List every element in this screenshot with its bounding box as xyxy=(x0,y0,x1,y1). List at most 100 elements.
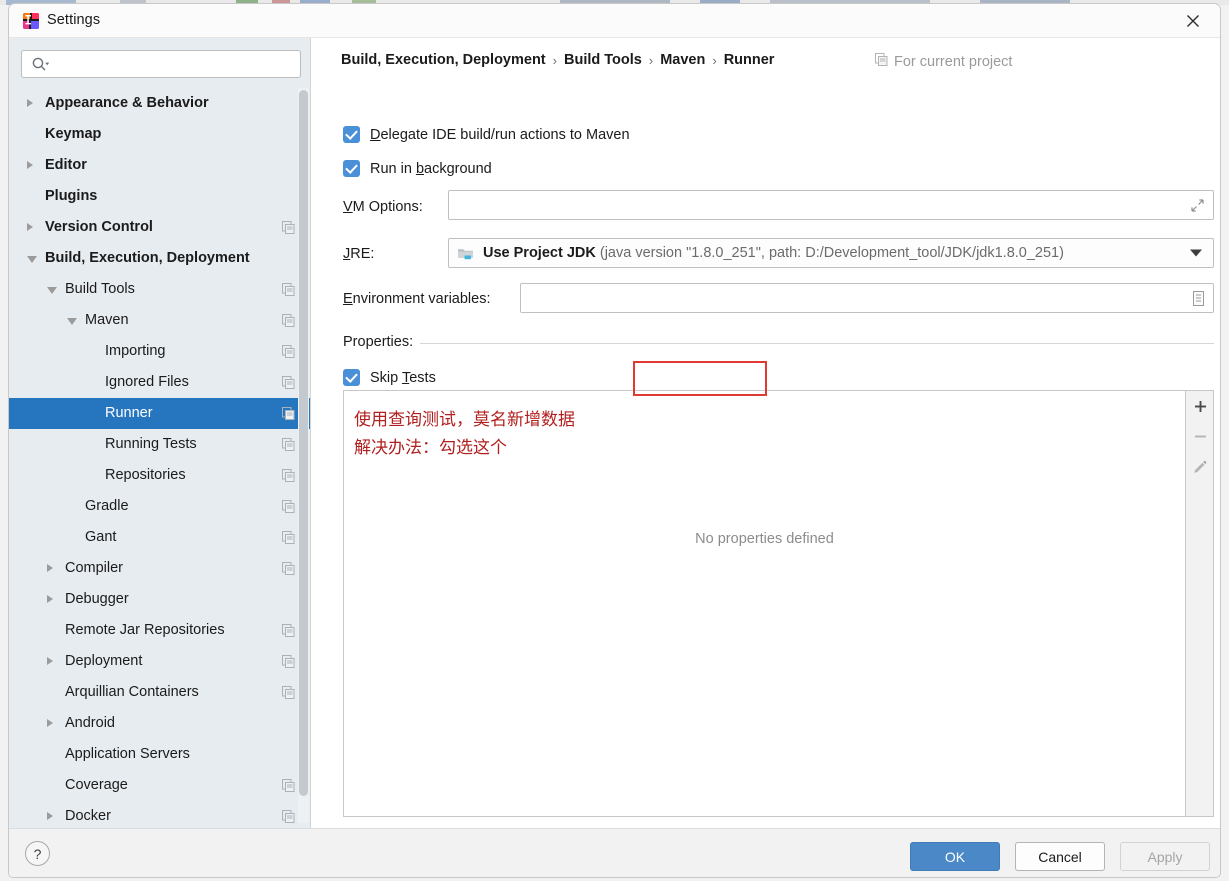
sidebar-item-label: Arquillian Containers xyxy=(65,684,199,701)
sidebar-item-repositories[interactable]: Repositories xyxy=(9,460,310,491)
annotation-text: 使用查询测试，莫名新增数据 解决办法：勾选这个 xyxy=(354,410,575,458)
window-title: Settings xyxy=(47,12,101,28)
breadcrumb-item[interactable]: Maven xyxy=(660,52,705,68)
sidebar-item-version-control[interactable]: Version Control xyxy=(9,212,310,243)
vm-options-input[interactable] xyxy=(448,190,1214,220)
skip-tests-checkbox-row[interactable]: Skip Tests xyxy=(343,369,436,386)
close-icon[interactable] xyxy=(1176,9,1210,33)
sidebar-item-build-execution-deployment[interactable]: Build, Execution, Deployment xyxy=(9,243,310,274)
sidebar-scrollbar[interactable] xyxy=(298,88,309,823)
breadcrumb-separator: › xyxy=(648,52,654,68)
help-button[interactable]: ? xyxy=(25,841,50,866)
properties-panel[interactable]: 使用查询测试，莫名新增数据 解决办法：勾选这个 No properties de… xyxy=(343,390,1186,817)
sidebar-item-arquillian-containers[interactable]: Arquillian Containers xyxy=(9,677,310,708)
copy-settings-icon xyxy=(282,686,295,704)
sidebar-item-label: Appearance & Behavior xyxy=(45,95,209,112)
sidebar-item-application-servers[interactable]: Application Servers xyxy=(9,739,310,770)
run-in-background-checkbox-row[interactable]: Run in background xyxy=(343,160,492,177)
chevron-right-icon[interactable] xyxy=(47,595,53,603)
sidebar-scrollbar-thumb[interactable] xyxy=(299,90,308,796)
dialog-footer: ? OK Cancel Apply xyxy=(9,828,1220,877)
sidebar-item-runner[interactable]: Runner xyxy=(9,398,310,429)
sidebar-item-running-tests[interactable]: Running Tests xyxy=(9,429,310,460)
chevron-right-icon[interactable] xyxy=(47,564,53,572)
ok-button[interactable]: OK xyxy=(910,842,1000,871)
run-in-background-checkbox[interactable] xyxy=(343,160,360,177)
jre-label: JRE: xyxy=(343,246,375,262)
sidebar-item-deployment[interactable]: Deployment xyxy=(9,646,310,677)
copy-settings-icon xyxy=(282,810,295,828)
sidebar-item-label: Compiler xyxy=(65,560,124,577)
list-document-icon[interactable] xyxy=(1191,290,1206,312)
sidebar-item-debugger[interactable]: Debugger xyxy=(9,584,310,615)
chevron-right-icon[interactable] xyxy=(27,99,33,107)
sidebar-item-label: Debugger xyxy=(65,591,129,608)
sidebar-item-gradle[interactable]: Gradle xyxy=(9,491,310,522)
jre-combobox[interactable]: Use Project JDK (java version "1.8.0_251… xyxy=(448,238,1214,268)
copy-settings-icon xyxy=(282,376,295,394)
search-box[interactable] xyxy=(21,50,301,78)
sidebar-item-label: Editor xyxy=(45,157,87,174)
sidebar-item-build-tools[interactable]: Build Tools xyxy=(9,274,310,305)
sidebar-item-label: Android xyxy=(65,715,115,732)
apply-button[interactable]: Apply xyxy=(1120,842,1210,871)
copy-settings-icon xyxy=(282,407,295,425)
copy-settings-icon xyxy=(282,531,295,549)
sidebar-item-docker[interactable]: Docker xyxy=(9,801,310,828)
chevron-right-icon[interactable] xyxy=(27,161,33,169)
breadcrumb-separator: › xyxy=(712,52,717,68)
search-icon xyxy=(31,56,50,79)
env-vars-label: Environment variables: xyxy=(343,291,491,307)
edit-property-button[interactable] xyxy=(1186,451,1214,481)
sidebar-item-ignored-files[interactable]: Ignored Files xyxy=(9,367,310,398)
properties-section-label: Properties: xyxy=(343,334,421,350)
jre-value: Use Project JDK (java version "1.8.0_251… xyxy=(483,245,1064,261)
sidebar-item-appearance-behavior[interactable]: Appearance & Behavior xyxy=(9,88,310,119)
env-vars-input[interactable] xyxy=(520,283,1214,313)
chevron-down-icon[interactable] xyxy=(47,287,57,294)
delegate-build-checkbox[interactable] xyxy=(343,126,360,143)
folder-icon xyxy=(457,246,474,261)
skip-tests-checkbox[interactable] xyxy=(343,369,360,386)
sidebar-item-label: Application Servers xyxy=(65,746,190,763)
cancel-button[interactable]: Cancel xyxy=(1015,842,1105,871)
add-property-button[interactable] xyxy=(1186,391,1214,421)
copy-settings-icon xyxy=(282,469,295,487)
intellij-idea-icon xyxy=(22,12,40,30)
chevron-down-icon[interactable] xyxy=(1190,249,1202,257)
sidebar-item-gant[interactable]: Gant xyxy=(9,522,310,553)
chevron-right-icon[interactable] xyxy=(47,657,53,665)
chevron-right-icon[interactable] xyxy=(27,223,33,231)
chevron-right-icon[interactable] xyxy=(47,719,53,727)
breadcrumb-separator: › xyxy=(552,52,557,68)
sidebar-item-label: Importing xyxy=(105,343,166,360)
properties-empty-text: No properties defined xyxy=(695,531,834,547)
skip-tests-label: Skip Tests xyxy=(370,369,436,386)
remove-property-button[interactable] xyxy=(1186,421,1214,451)
chevron-right-icon[interactable] xyxy=(47,812,53,820)
breadcrumb-item[interactable]: Runner xyxy=(724,52,775,68)
breadcrumb-item[interactable]: Build Tools xyxy=(564,52,642,68)
sidebar-item-label: Docker xyxy=(65,808,111,825)
sidebar-item-coverage[interactable]: Coverage xyxy=(9,770,310,801)
expand-arrows-icon[interactable] xyxy=(1190,198,1205,218)
properties-toolbar xyxy=(1186,390,1214,817)
settings-sidebar: Appearance & Behavior Keymap Editor Plugins… xyxy=(9,38,311,828)
copy-settings-icon xyxy=(875,53,888,70)
chevron-down-icon[interactable] xyxy=(67,318,77,325)
sidebar-item-plugins[interactable]: Plugins xyxy=(9,181,310,212)
sidebar-item-editor[interactable]: Editor xyxy=(9,150,310,181)
search-input[interactable] xyxy=(54,51,294,77)
delegate-build-checkbox-row[interactable]: Delegate IDE build/run actions to Maven xyxy=(343,126,630,143)
sidebar-item-android[interactable]: Android xyxy=(9,708,310,739)
chevron-down-icon[interactable] xyxy=(27,256,37,263)
sidebar-item-keymap[interactable]: Keymap xyxy=(9,119,310,150)
sidebar-item-importing[interactable]: Importing xyxy=(9,336,310,367)
sidebar-item-remote-jar-repositories[interactable]: Remote Jar Repositories xyxy=(9,615,310,646)
breadcrumb: Build, Execution, Deployment › Build Tools… xyxy=(341,52,774,68)
breadcrumb-item[interactable]: Build, Execution, Deployment xyxy=(341,52,546,68)
settings-main-pane: Build, Execution, Deployment › Build Tools… xyxy=(312,38,1220,828)
sidebar-item-maven[interactable]: Maven xyxy=(9,305,310,336)
sidebar-item-compiler[interactable]: Compiler xyxy=(9,553,310,584)
run-in-background-label: Run in background xyxy=(370,160,492,177)
